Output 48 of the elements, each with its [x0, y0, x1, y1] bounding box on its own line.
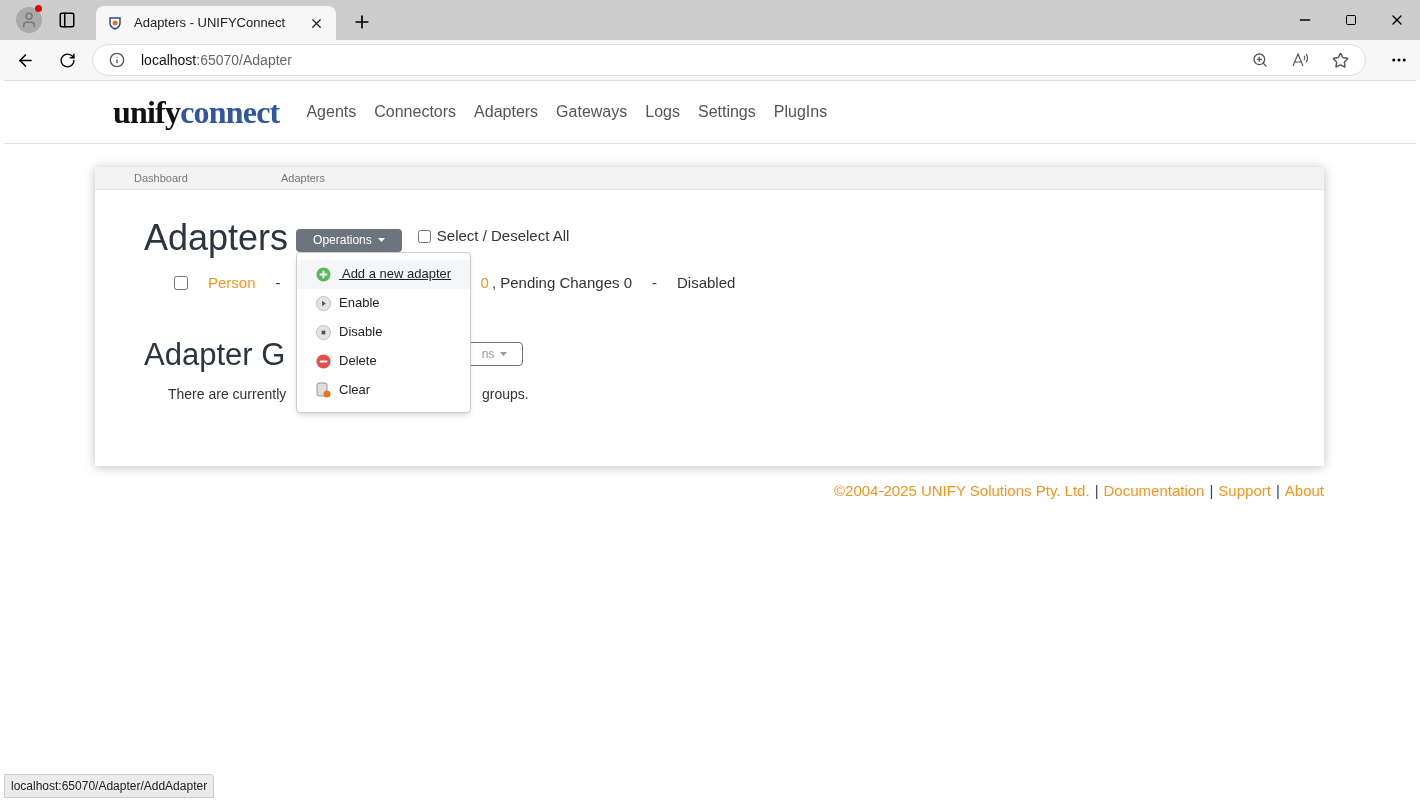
nav-link[interactable]: Settings — [697, 100, 756, 124]
nav-link[interactable]: Connectors — [374, 100, 457, 124]
profile-icon[interactable] — [16, 7, 42, 33]
nav-link[interactable]: Agents — [306, 100, 357, 124]
caret-icon — [500, 352, 508, 356]
logo[interactable]: unifyconnect — [113, 96, 280, 128]
menu-item[interactable]: Add a new adapter — [297, 259, 471, 289]
nav-link[interactable]: Logs — [645, 100, 680, 124]
separator-text: - — [652, 273, 657, 293]
section-title: Adapters — [144, 220, 289, 256]
reload-icon[interactable] — [59, 51, 76, 69]
info-icon — [109, 52, 125, 68]
checkbox-label[interactable]: Select / Deselect All — [436, 224, 570, 248]
plus-circle-icon — [316, 266, 332, 282]
favorite-icon[interactable] — [1332, 51, 1349, 69]
nav-link[interactable]: Adapters — [474, 100, 539, 124]
caret-icon — [377, 238, 385, 242]
footer-separator: | — [1275, 481, 1280, 501]
stop-circle-icon — [316, 324, 332, 340]
menu-item[interactable]: Enable — [297, 288, 471, 318]
status-text: Disabled — [677, 273, 736, 293]
footer-separator: | — [1209, 481, 1214, 501]
operations-button[interactable]: Operations — [296, 228, 402, 252]
menu-item[interactable]: Clear — [297, 375, 471, 405]
address-field[interactable]: localhost:65070/Adapter — [92, 44, 1366, 76]
separator-text: - — [275, 273, 281, 293]
empty-text: groups. — [482, 384, 529, 404]
footer-separator: | — [1094, 481, 1099, 501]
read-aloud-icon[interactable] — [1292, 52, 1308, 68]
empty-text: There are currently — [168, 384, 288, 404]
nav-link[interactable]: Gateways — [556, 100, 628, 124]
section-title: Adapter G — [144, 338, 286, 370]
select-all-checkbox[interactable] — [417, 229, 431, 243]
zoom-icon[interactable] — [1252, 52, 1268, 68]
url-text: localhost:65070/Adapter — [141, 50, 292, 70]
minus-circle-icon — [316, 353, 332, 369]
pending-text: , Pending Changes 0 — [491, 273, 632, 293]
database-icon — [316, 382, 332, 398]
play-circle-icon — [316, 295, 332, 311]
breadcrumb-item: Adapters — [281, 170, 326, 186]
row-checkbox[interactable] — [174, 276, 188, 291]
browser-tab[interactable]: Adapters - UNIFYConnect — [96, 6, 336, 40]
tab-panel-icon[interactable] — [58, 11, 76, 29]
breadcrumb-link[interactable]: Dashboard — [134, 169, 281, 187]
nav-link[interactable]: PlugIns — [773, 100, 828, 124]
shield-icon — [108, 16, 122, 30]
count-text: 0 — [480, 273, 489, 293]
status-url: localhost:65070/Adapter/AddAdapter — [4, 774, 215, 798]
